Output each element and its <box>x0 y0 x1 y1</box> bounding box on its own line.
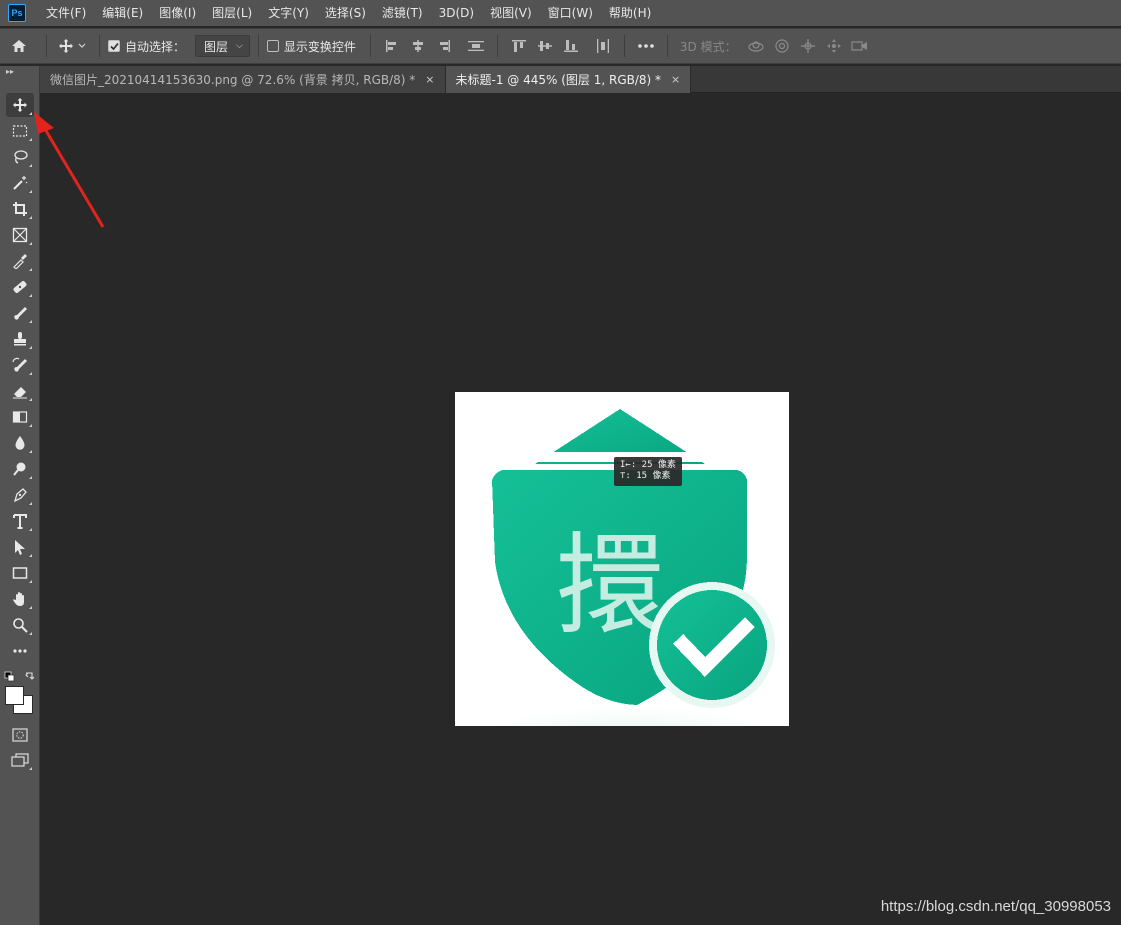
auto-select-checkbox[interactable] <box>108 40 120 52</box>
separator <box>496 35 498 57</box>
separator <box>623 35 625 57</box>
eraser-icon[interactable] <box>6 379 34 403</box>
rectangle-icon[interactable] <box>6 561 34 585</box>
tab-wechat-image[interactable]: 微信图片_20210414153630.png @ 72.6% (背景 拷贝, … <box>40 66 446 93</box>
more-tools-icon[interactable] <box>6 639 34 663</box>
show-transform-checkbox[interactable] <box>266 40 279 52</box>
distribute-horizontal-icon[interactable] <box>590 34 616 58</box>
options-bar: 自动选择： 图层 ⌵ 显示变换控件 3D 模式： <box>0 28 1121 64</box>
tab-label: 未标题-1 @ 445% (图层 1, RGB/8) * <box>455 73 662 87</box>
close-icon[interactable]: × <box>425 73 434 86</box>
gradient-icon[interactable] <box>6 405 34 429</box>
menu-edit[interactable]: 编辑(E) <box>94 0 151 26</box>
tooltip-horizontal: I←: 25 像素 <box>620 460 676 470</box>
history-brush-icon[interactable] <box>6 353 34 377</box>
more-options-icon[interactable] <box>633 34 659 58</box>
stamp-icon[interactable] <box>6 327 34 351</box>
document-canvas[interactable]: 擐 <box>455 392 789 726</box>
auto-select-dropdown[interactable]: 图层 ⌵ <box>195 35 250 57</box>
chevron-down-icon: ⌵ <box>236 41 243 51</box>
align-hcenter-icon[interactable] <box>405 34 431 58</box>
home-icon[interactable] <box>0 34 38 58</box>
auto-select-label: 自动选择： <box>125 39 186 54</box>
align-vcenter-icon[interactable] <box>532 34 558 58</box>
menu-file[interactable]: 文件(F) <box>38 0 94 26</box>
menu-select[interactable]: 选择(S) <box>317 0 374 26</box>
separator <box>46 35 47 57</box>
3d-slide-icon[interactable] <box>821 34 847 58</box>
3d-mode-label: 3D 模式： <box>679 39 737 54</box>
separator <box>257 35 259 57</box>
align-right-icon[interactable] <box>431 34 457 58</box>
foreground-color-swatch[interactable] <box>5 686 24 705</box>
show-transform-label: 显示变换控件 <box>283 39 356 54</box>
align-top-icon[interactable] <box>506 34 532 58</box>
menu-window[interactable]: 窗口(W) <box>540 0 601 26</box>
watermark-text: https://blog.csdn.net/qq_30998053 <box>880 898 1111 915</box>
menu-filter[interactable]: 滤镜(T) <box>374 0 431 26</box>
shield-check-image: 擐 <box>455 392 789 726</box>
close-icon[interactable]: × <box>671 73 680 86</box>
3d-orbit-icon[interactable] <box>743 34 769 58</box>
tab-label: 微信图片_20210414153630.png @ 72.6% (背景 拷贝, … <box>50 73 416 87</box>
distance-tooltip: I←: 25 像素 ⊤: 15 像素 <box>614 457 682 486</box>
color-swatches[interactable] <box>5 686 35 716</box>
distribute-vertical-icon[interactable] <box>463 34 489 58</box>
screen-mode-icon[interactable] <box>6 748 34 772</box>
quick-mask-icon[interactable] <box>6 723 34 747</box>
type-icon[interactable] <box>6 509 34 533</box>
align-left-icon[interactable] <box>379 34 405 58</box>
hand-icon[interactable] <box>6 587 34 611</box>
menu-help[interactable]: 帮助(H) <box>601 0 659 26</box>
brush-icon[interactable] <box>6 301 34 325</box>
color-reset-swap <box>4 671 36 685</box>
panel-collapse-icon[interactable]: ▸▸ <box>0 66 39 76</box>
dodge-icon[interactable] <box>6 457 34 481</box>
default-colors-icon[interactable] <box>4 671 36 685</box>
menu-layer[interactable]: 图层(L) <box>204 0 260 26</box>
auto-select-value: 图层 <box>204 39 229 54</box>
separator <box>99 35 100 57</box>
zoom-icon[interactable] <box>6 613 34 637</box>
blur-icon[interactable] <box>6 431 34 455</box>
align-bottom-icon[interactable] <box>558 34 584 58</box>
menu-3d[interactable]: 3D(D) <box>431 0 482 26</box>
separator <box>666 35 668 57</box>
document-tab-bar: 微信图片_20210414153630.png @ 72.6% (背景 拷贝, … <box>40 66 1121 93</box>
move-tool-preset-icon[interactable] <box>55 34 91 58</box>
3d-roll-icon[interactable] <box>769 34 795 58</box>
eyedropper-icon[interactable] <box>6 249 34 273</box>
canvas-character: 擐 <box>555 522 665 650</box>
menu-view[interactable]: 视图(V) <box>482 0 540 26</box>
path-select-icon[interactable] <box>6 535 34 559</box>
separator <box>369 35 371 57</box>
tab-untitled-1[interactable]: 未标题-1 @ 445% (图层 1, RGB/8) * × <box>445 66 692 93</box>
healing-brush-icon[interactable] <box>6 275 34 299</box>
menu-type[interactable]: 文字(Y) <box>260 0 317 26</box>
pen-icon[interactable] <box>6 483 34 507</box>
photoshop-logo[interactable]: Ps <box>8 4 26 22</box>
3d-camera-icon[interactable] <box>847 34 873 58</box>
menu-image[interactable]: 图像(I) <box>151 0 204 26</box>
annotation-arrow-icon <box>34 112 105 228</box>
tooltip-vertical: ⊤: 15 像素 <box>620 471 671 481</box>
menu-bar: Ps 文件(F) 编辑(E) 图像(I) 图层(L) 文字(Y) 选择(S) 滤… <box>0 0 1121 26</box>
3d-pan-icon[interactable] <box>795 34 821 58</box>
